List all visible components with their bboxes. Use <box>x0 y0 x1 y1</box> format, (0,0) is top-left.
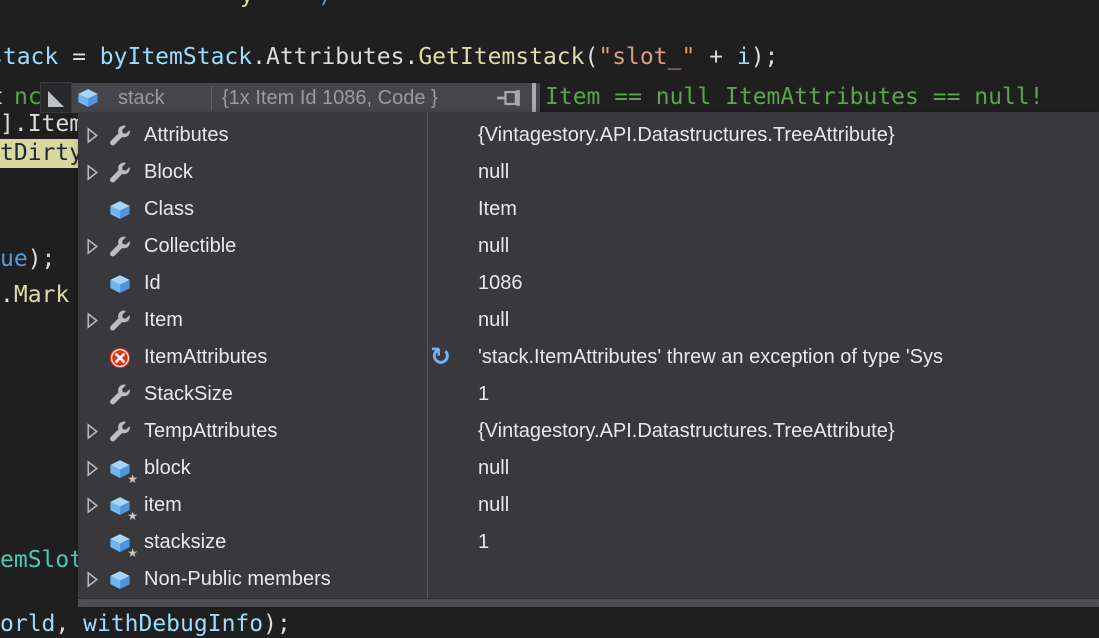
expand-arrow-icon[interactable] <box>86 239 108 255</box>
member-name: Collectible <box>144 235 236 258</box>
expand-arrow-icon[interactable] <box>86 313 108 329</box>
datatip-horizontal-scrollbar[interactable] <box>78 598 1099 607</box>
expand-arrow-icon[interactable] <box>86 165 108 181</box>
field-cube-icon <box>108 568 132 592</box>
datatip-variable-value[interactable]: {1x Item Id 1086, Code } <box>222 83 438 113</box>
member-name: Attributes <box>144 124 228 147</box>
expand-arrow-icon[interactable] <box>86 498 108 514</box>
member-value[interactable]: null <box>478 494 509 517</box>
property-wrench-icon <box>108 383 132 407</box>
datatip-row-stacksize[interactable]: StackSize 1 <box>78 376 1099 413</box>
code-frag-mark: .Mark <box>0 282 69 309</box>
datatip-row-id[interactable]: Id 1086 <box>78 265 1099 302</box>
datatip-row-item[interactable]: ★ item null <box>78 487 1099 524</box>
datatip-row-attributes[interactable]: Attributes {Vintagestory.API.Datastructu… <box>78 117 1099 154</box>
private-field-cube-icon: ★ <box>108 494 132 518</box>
private-star-icon: ★ <box>127 547 138 559</box>
datatip-header[interactable]: stack {1x Item Id 1086, Code } <box>72 83 540 113</box>
private-field-cube-icon: ★ <box>108 457 132 481</box>
property-wrench-icon <box>108 420 132 444</box>
datatip-row-stacksize[interactable]: ★ stacksize 1 <box>78 524 1099 561</box>
collapse-triangle-icon <box>48 91 64 107</box>
datatip-row-block[interactable]: ★ block null <box>78 450 1099 487</box>
datatip-body: Attributes {Vintagestory.API.Datastructu… <box>78 112 1099 598</box>
datatip-row-block[interactable]: Block null <box>78 154 1099 191</box>
member-name: TempAttributes <box>144 420 277 443</box>
code-comment-left: nc <box>14 84 42 111</box>
datatip-row-non-public-members[interactable]: Non-Public members <box>78 561 1099 598</box>
member-value[interactable]: {Vintagestory.API.Datastructures.TreeAtt… <box>478 420 895 443</box>
member-name: Class <box>144 198 194 221</box>
refresh-value-icon[interactable]: ↻ <box>430 342 460 371</box>
datatip-row-collectible[interactable]: Collectible null <box>78 228 1099 265</box>
collapse-datatip-button[interactable] <box>40 82 72 113</box>
code-frag-withdebuginfo: orld, withDebugInfo); <box>0 611 291 638</box>
member-value[interactable]: 1 <box>478 383 489 406</box>
header-separator <box>211 86 212 110</box>
member-name: ItemAttributes <box>144 346 267 369</box>
field-cube-icon <box>108 272 132 296</box>
expand-arrow-icon[interactable] <box>86 424 108 440</box>
private-star-icon: ★ <box>127 510 138 522</box>
datatip-row-tempattributes[interactable]: TempAttributes {Vintagestory.API.Datastr… <box>78 413 1099 450</box>
datatip-row-class[interactable]: Class Item <box>78 191 1099 228</box>
field-cube-icon <box>108 198 132 222</box>
member-name: Item <box>144 309 183 332</box>
code-frag-itemslot: emSlot <box>0 547 83 574</box>
member-value[interactable]: 1086 <box>478 272 523 295</box>
member-value[interactable]: Item <box>478 198 517 221</box>
property-wrench-icon <box>108 235 132 259</box>
member-name: Non-Public members <box>144 568 331 591</box>
datatip-row-itemattributes[interactable]: ItemAttributes ↻ 'stack.ItemAttributes' … <box>78 339 1099 376</box>
property-wrench-icon <box>108 161 132 185</box>
member-name: block <box>144 457 191 480</box>
code-line-top-partial-1: y <box>240 0 254 9</box>
expand-arrow-icon[interactable] <box>86 128 108 144</box>
code-line-assignment: stack = byItemStack.Attributes.GetItemst… <box>0 44 778 71</box>
member-value[interactable]: 'stack.ItemAttributes' threw an exceptio… <box>478 346 943 369</box>
header-right-edge <box>532 83 536 113</box>
member-name: Block <box>144 161 193 184</box>
member-value[interactable]: null <box>478 457 509 480</box>
expand-arrow-icon[interactable] <box>86 461 108 477</box>
member-name: stacksize <box>144 531 226 554</box>
member-value[interactable]: {Vintagestory.API.Datastructures.TreeAtt… <box>478 124 895 147</box>
member-name: item <box>144 494 182 517</box>
expand-arrow-icon[interactable] <box>86 572 108 588</box>
datatip-variable-name[interactable]: stack <box>118 83 165 113</box>
private-star-icon: ★ <box>127 473 138 485</box>
datatip-row-item[interactable]: Item null <box>78 302 1099 339</box>
field-cube-icon <box>77 87 99 109</box>
error-icon <box>108 346 132 370</box>
member-name: Id <box>144 272 161 295</box>
member-value[interactable]: 1 <box>478 531 489 554</box>
code-comment-right: Item == null ItemAttributes == null! <box>545 84 1044 111</box>
code-frag-true: ue); <box>0 246 55 273</box>
code-frag-char-sliver: t <box>0 84 4 111</box>
code-frag-markdirty-highlight: tDirty <box>0 139 79 168</box>
property-wrench-icon <box>108 309 132 333</box>
member-value[interactable]: null <box>478 309 509 332</box>
member-value[interactable]: null <box>478 161 509 184</box>
member-value[interactable]: null <box>478 235 509 258</box>
private-field-cube-icon: ★ <box>108 531 132 555</box>
code-frag-item: ].Item <box>0 111 83 138</box>
pin-icon[interactable] <box>497 89 525 107</box>
property-wrench-icon <box>108 124 132 148</box>
member-name: StackSize <box>144 383 233 406</box>
code-line-top-partial-2: ) <box>318 0 332 9</box>
